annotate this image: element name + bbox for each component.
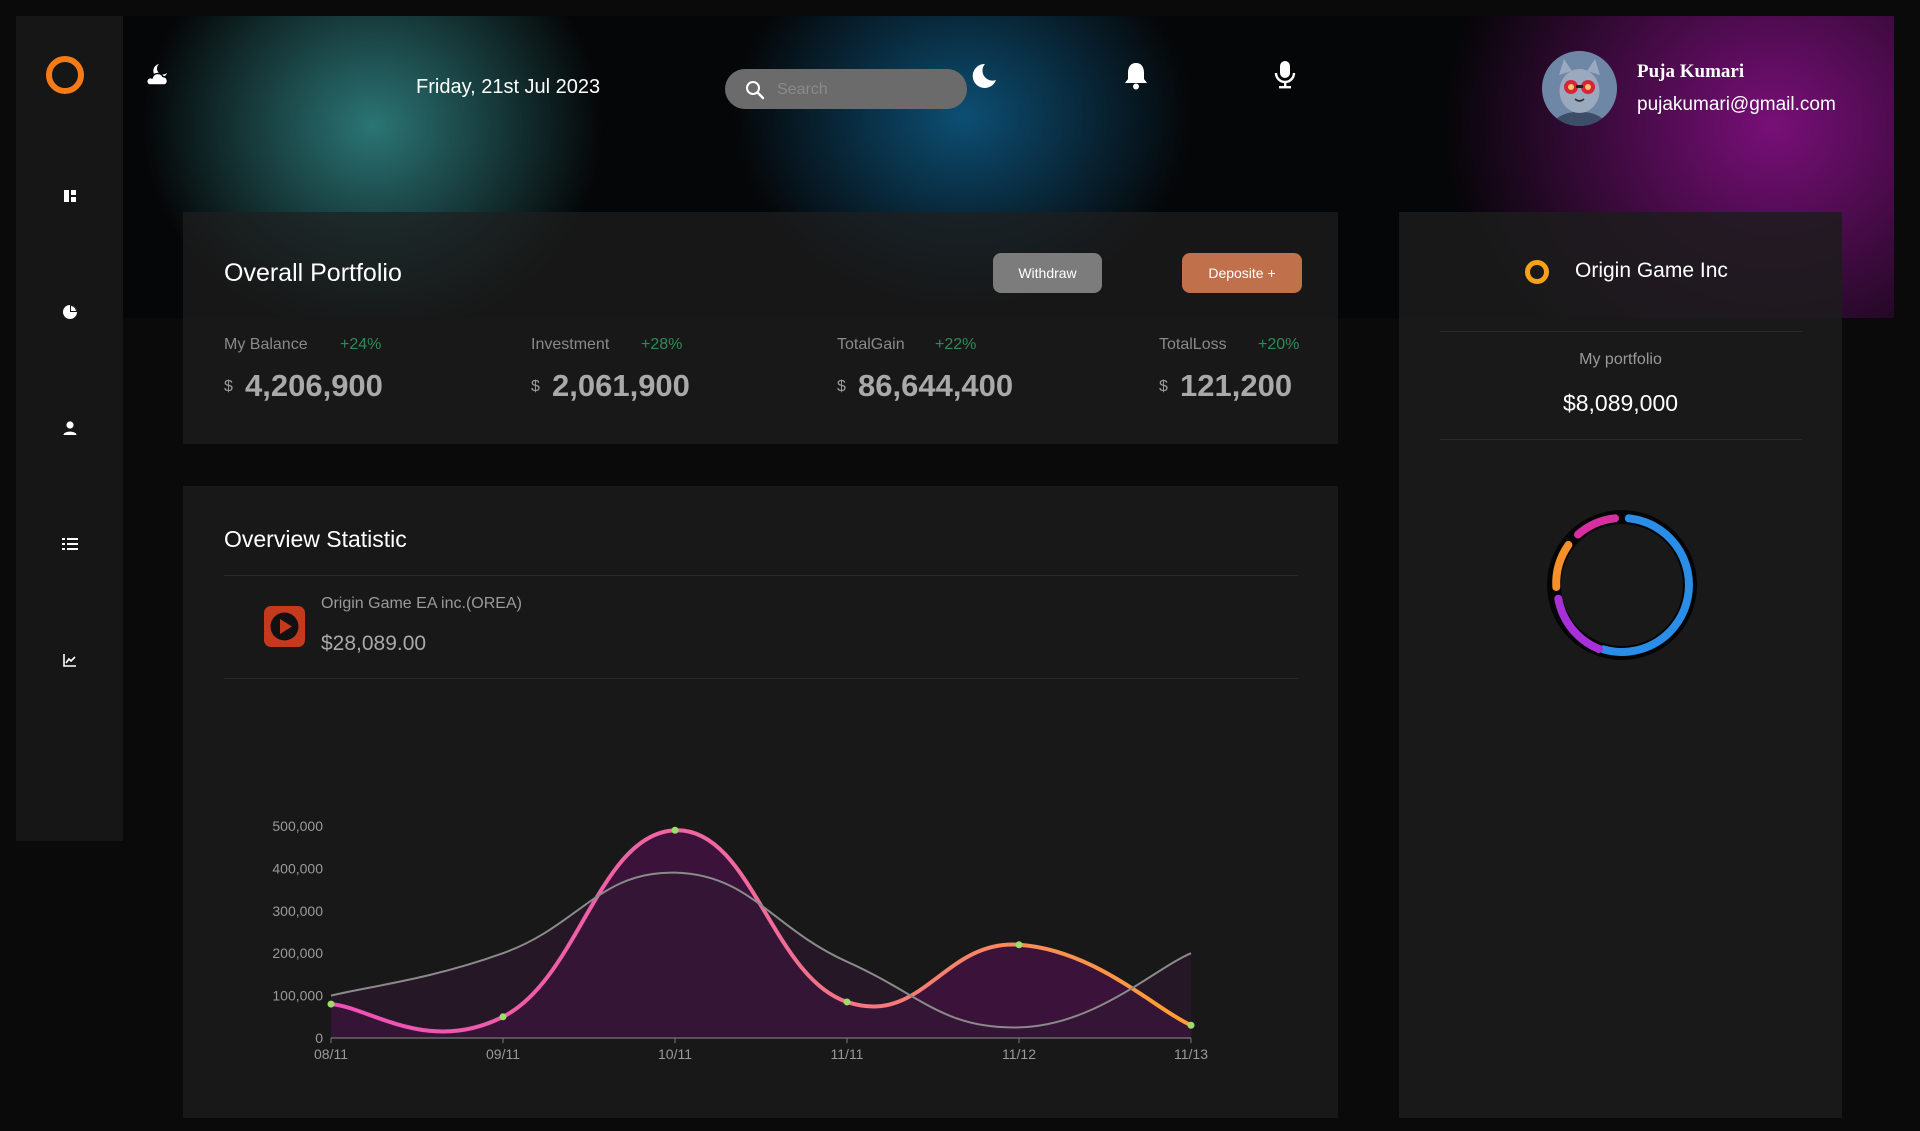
stat-change: +20% — [1258, 336, 1300, 353]
x-tick-label: 11/12 — [1002, 1046, 1036, 1062]
play-icon[interactable] — [264, 606, 305, 652]
data-point — [671, 826, 679, 834]
deposit-button[interactable]: Deposite + — [1182, 253, 1302, 293]
notification-bell-icon[interactable] — [1123, 60, 1149, 95]
y-tick-label: 300,000 — [272, 903, 323, 919]
divider — [1440, 439, 1802, 440]
x-tick-label: 10/11 — [658, 1046, 692, 1062]
overview-statistic-card: Overview Statistic Origin Game EA inc.(O… — [183, 486, 1338, 1118]
stat-label: TotalGain — [837, 336, 905, 353]
company-name: Origin Game Inc — [1575, 259, 1728, 282]
stat-total-loss: TotalLoss +20% $ 121,200 — [1159, 336, 1319, 416]
withdraw-button[interactable]: Withdraw — [993, 253, 1102, 293]
data-point — [1187, 1021, 1195, 1029]
overview-line-chart: 08/11 09/11 10/11 11/11 11/12 11/13 0 100,000 20… — [272, 818, 1208, 1062]
user-icon[interactable] — [60, 418, 80, 438]
dashboard-icon[interactable] — [60, 186, 80, 206]
asset-price: $28,089.00 — [321, 632, 427, 655]
stat-label: TotalLoss — [1159, 336, 1227, 353]
avatar[interactable] — [1542, 51, 1617, 126]
y-tick-label: 100,000 — [272, 988, 323, 1004]
data-point — [843, 998, 851, 1006]
stat-my-balance: My Balance +24% $ 4,206,900 — [224, 336, 464, 416]
stat-value: 4,206,900 — [245, 368, 383, 403]
stat-label: Investment — [531, 336, 610, 353]
data-point — [499, 1013, 507, 1021]
dark-mode-icon[interactable] — [968, 61, 998, 96]
stat-currency: $ — [224, 378, 233, 395]
pie-chart-icon[interactable] — [60, 302, 80, 322]
company-panel: Origin Game Inc My portfolio $8,089,000 — [1399, 212, 1842, 1118]
overview-title: Overview Statistic — [224, 526, 407, 552]
search-input[interactable] — [775, 69, 959, 111]
sidebar — [16, 16, 123, 841]
portfolio-donut-chart — [1547, 510, 1697, 660]
x-tick-label: 11/11 — [831, 1046, 864, 1062]
divider — [224, 575, 1298, 576]
company-logo-icon — [1525, 260, 1549, 284]
stat-change: +28% — [641, 336, 683, 353]
stat-investment: Investment +28% $ 2,061,900 — [531, 336, 771, 416]
y-tick-label: 400,000 — [272, 860, 323, 876]
stat-value: 2,061,900 — [552, 368, 690, 403]
y-tick-label: 500,000 — [272, 818, 323, 834]
overall-portfolio-card: Overall Portfolio Withdraw Deposite + My… — [183, 212, 1338, 444]
user-name: Puja Kumari — [1637, 61, 1745, 82]
stat-currency: $ — [1159, 378, 1168, 395]
weather-icon — [143, 60, 173, 95]
stat-total-gain: TotalGain +22% $ 86,644,400 — [837, 336, 1077, 416]
asset-name: Origin Game EA inc.(OREA) — [321, 595, 522, 612]
x-tick-label: 09/11 — [486, 1046, 520, 1062]
stat-value: 86,644,400 — [858, 368, 1014, 403]
data-point — [1015, 941, 1023, 949]
y-tick-label: 200,000 — [272, 945, 323, 961]
portfolio-label: My portfolio — [1579, 351, 1662, 368]
stat-currency: $ — [531, 378, 540, 395]
x-tick-label: 08/11 — [314, 1046, 348, 1062]
stat-label: My Balance — [224, 336, 308, 353]
y-tick-label: 0 — [315, 1030, 323, 1046]
user-email: pujakumari@gmail.com — [1637, 94, 1836, 115]
data-point — [327, 1000, 335, 1008]
divider — [224, 678, 1298, 679]
stat-value: 121,200 — [1180, 368, 1293, 403]
stat-currency: $ — [837, 378, 846, 395]
logo-ring-icon — [46, 56, 84, 94]
portfolio-title: Overall Portfolio — [224, 259, 402, 287]
divider — [1440, 331, 1802, 332]
x-tick-label: 11/13 — [1174, 1046, 1208, 1062]
stat-change: +24% — [340, 336, 382, 353]
microphone-icon[interactable] — [1274, 60, 1296, 95]
current-date: Friday, 21st Jul 2023 — [416, 76, 601, 98]
line-chart-icon[interactable] — [60, 650, 80, 670]
portfolio-value: $8,089,000 — [1562, 390, 1679, 416]
search-icon — [745, 80, 765, 100]
stat-change: +22% — [935, 336, 977, 353]
list-icon[interactable] — [60, 534, 80, 554]
